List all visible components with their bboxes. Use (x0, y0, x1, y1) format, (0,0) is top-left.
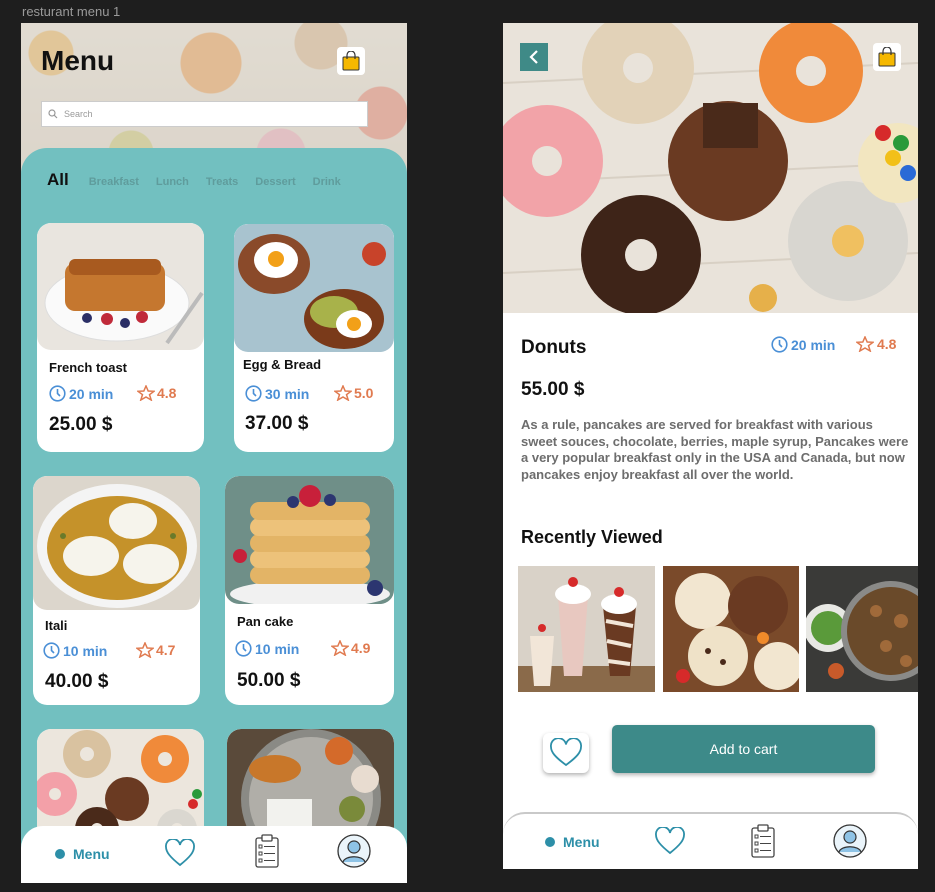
product-description: As a rule, pancakes are served for break… (521, 417, 909, 482)
shopping-bag-button[interactable] (337, 47, 365, 75)
nav-profile[interactable] (337, 834, 371, 868)
food-photo (234, 224, 394, 352)
food-price: 37.00 $ (245, 413, 309, 434)
rating: 5.0 (334, 385, 373, 401)
search-input[interactable]: Search (41, 101, 368, 127)
nav-menu-label: Menu (563, 834, 600, 850)
clipboard-icon (255, 834, 279, 868)
rating-value: 5.0 (354, 385, 374, 401)
food-card-egg-bread[interactable]: Egg & Bread 30 min 5.0 37.00 $ (234, 224, 394, 452)
tab-dessert[interactable]: Dessert (255, 176, 295, 188)
food-price: 40.00 $ (45, 671, 109, 692)
prep-time-value: 20 min (69, 385, 114, 402)
rating: 4.8 (856, 336, 896, 352)
clock-icon (245, 385, 262, 402)
nav-menu[interactable]: Menu (545, 834, 600, 850)
page-title: Menu (41, 45, 115, 76)
shopping-bag-icon (878, 47, 896, 67)
clipboard-icon (751, 824, 775, 858)
food-card-pancake[interactable]: Pan cake 10 min 4.9 50.00 $ (225, 476, 394, 705)
nav-favorites[interactable] (654, 827, 686, 855)
star-icon (137, 385, 155, 401)
food-card-french-toast[interactable]: French toast 20 min 4.8 25.00 $ (37, 223, 204, 452)
heart-icon (655, 827, 685, 855)
detail-screen: Donuts 20 min 4.8 55.00 $ As a rule, pan… (503, 23, 918, 869)
prep-time: 10 min (43, 642, 107, 659)
prep-time: 30 min (245, 385, 309, 402)
shopping-bag-icon (342, 51, 360, 71)
tab-treats[interactable]: Treats (206, 176, 238, 188)
food-photo (225, 476, 394, 604)
food-card-itali[interactable]: Itali 10 min 4.7 40.00 $ (33, 476, 200, 705)
nav-orders[interactable] (255, 834, 279, 868)
nav-favorites[interactable] (164, 839, 196, 867)
recent-item-milkshake[interactable] (518, 566, 655, 692)
rating: 4.8 (137, 385, 176, 401)
product-price: 55.00 $ (521, 379, 585, 400)
star-icon (856, 336, 874, 352)
add-to-cart-button[interactable]: Add to cart (612, 725, 875, 773)
star-icon (334, 385, 352, 401)
prep-time-value: 10 min (63, 642, 108, 659)
canvas-frame-label: resturant menu 1 (22, 4, 121, 19)
active-dot-icon (55, 849, 65, 859)
prep-time-value: 10 min (255, 640, 300, 657)
rating-value: 4.8 (877, 336, 897, 352)
search-placeholder: Search (64, 109, 93, 119)
star-icon (331, 640, 349, 656)
search-icon (48, 109, 58, 119)
rating: 4.7 (136, 642, 175, 658)
clock-icon (235, 640, 252, 657)
shopping-bag-button[interactable] (873, 43, 901, 71)
nav-menu[interactable]: Menu (55, 846, 110, 862)
tab-lunch[interactable]: Lunch (156, 176, 189, 188)
food-name: French toast (49, 360, 128, 375)
bottom-navigation: Menu (21, 826, 407, 883)
recent-item-fried-dish[interactable] (806, 566, 918, 692)
tab-all[interactable]: All (47, 170, 69, 190)
food-price: 50.00 $ (237, 670, 301, 691)
donuts-hero-photo (503, 23, 918, 313)
prep-time: 10 min (235, 640, 299, 657)
nav-profile[interactable] (833, 824, 867, 858)
heart-icon (550, 738, 582, 767)
clock-icon (43, 642, 60, 659)
clock-icon (49, 385, 66, 402)
food-photo (33, 476, 200, 610)
prep-time-value: 20 min (791, 336, 836, 353)
bottom-navigation: Menu (503, 812, 918, 869)
tab-breakfast[interactable]: Breakfast (89, 176, 139, 188)
profile-icon (337, 834, 371, 868)
product-title: Donuts (521, 337, 587, 358)
nav-orders[interactable] (751, 824, 775, 858)
profile-icon (833, 824, 867, 858)
recent-item-ice-cream[interactable] (663, 566, 799, 692)
rating: 4.9 (331, 640, 370, 656)
category-tabs: All Breakfast Lunch Treats Dessert Drink (47, 170, 358, 190)
star-icon (136, 642, 154, 658)
prep-time-value: 30 min (265, 385, 310, 402)
chevron-left-icon (529, 50, 538, 64)
recently-viewed-heading: Recently Viewed (521, 527, 663, 547)
food-name: Pan cake (237, 614, 294, 629)
menu-screen: Menu Search All Breakfast Lunch Treats D… (21, 23, 407, 883)
food-name: Itali (45, 618, 68, 633)
nav-menu-label: Menu (73, 846, 110, 862)
favorite-button[interactable] (543, 733, 589, 773)
active-dot-icon (545, 837, 555, 847)
food-price: 25.00 $ (49, 414, 113, 435)
clock-icon (771, 336, 788, 353)
rating-value: 4.8 (157, 385, 177, 401)
heart-icon (165, 839, 195, 867)
food-name: Egg & Bread (243, 357, 322, 372)
food-photo (37, 223, 204, 350)
back-button[interactable] (520, 43, 548, 71)
prep-time: 20 min (49, 385, 113, 402)
tab-drink[interactable]: Drink (313, 176, 341, 188)
rating-value: 4.9 (351, 640, 371, 656)
rating-value: 4.7 (156, 642, 176, 658)
prep-time: 20 min (771, 336, 835, 353)
